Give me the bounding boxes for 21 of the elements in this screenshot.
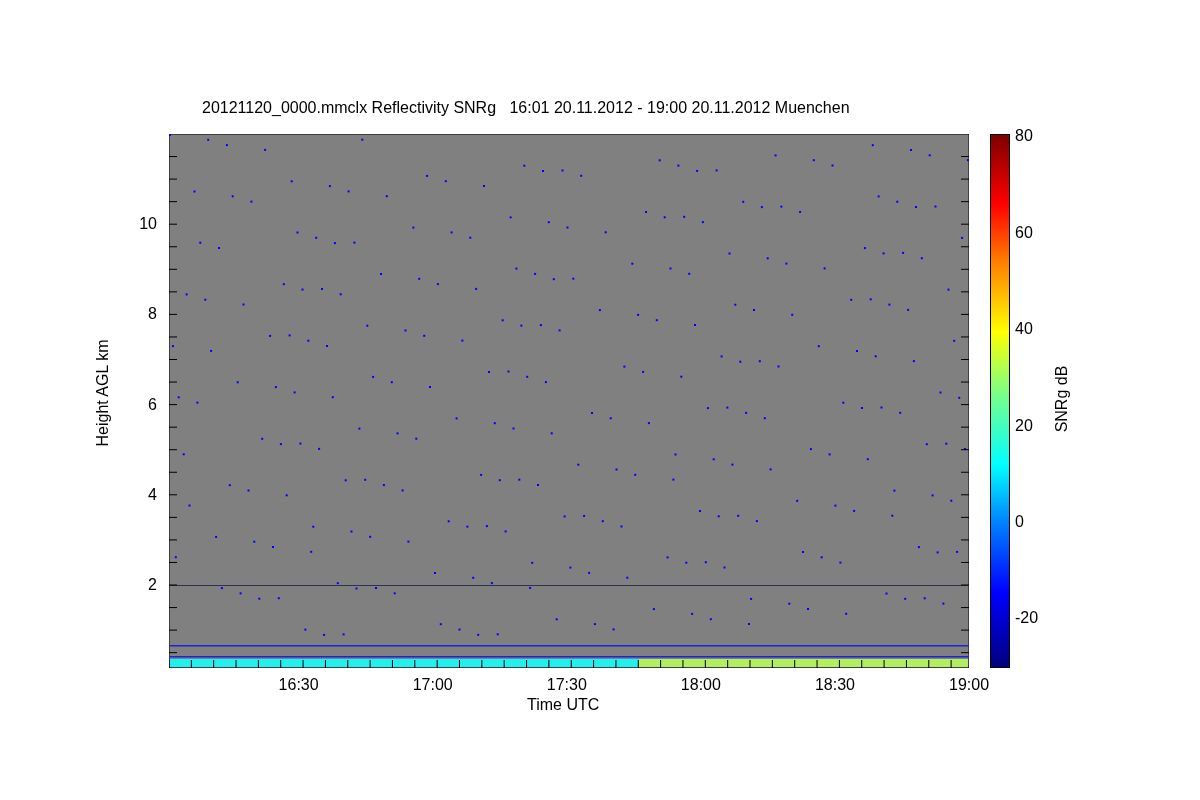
colorbar-label: SNRg dB [1053,365,1072,433]
x-tick-label: 18:30 [814,676,855,694]
y-tick-label: 10 [139,215,157,234]
colorbar-tick-label: 60 [1015,223,1033,242]
x-tick-label: 19:00 [949,676,990,694]
x-tick-label: 17:30 [546,676,587,694]
colorbar-tick-label: 20 [1015,416,1033,435]
y-tick-label: 4 [148,485,157,504]
colorbar-tick-label: -20 [1015,609,1039,628]
colorbar-tick-label: 0 [1015,513,1024,531]
y-axis-label: Height AGL km [93,339,112,447]
x-tick-label: 16:30 [278,676,319,694]
colorbar-tick-label: 40 [1015,320,1033,339]
y-tick-label: 2 [148,576,157,594]
x-axis-label: Time UTC [527,696,601,714]
colorbar-tick-label: 80 [1015,127,1033,146]
y-tick-label: 8 [148,305,157,324]
x-tick-label: 18:00 [680,676,721,694]
y-tick-label: 6 [148,395,157,414]
chart-title: 20121120_0000.mmclx Reflectivity SNRg 16:01 20.11.2012 - 19:00 20.11.2012 Muenchen [202,98,851,118]
x-tick-label: 17:00 [412,676,453,694]
